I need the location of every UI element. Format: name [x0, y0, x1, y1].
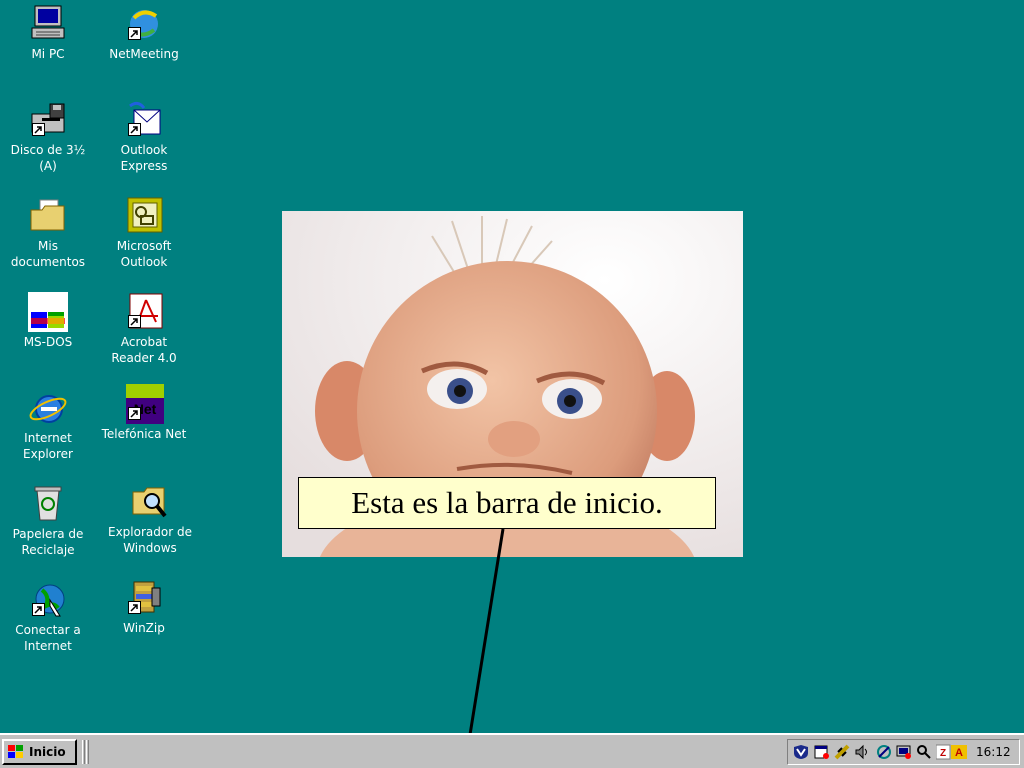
network-plug-icon[interactable]: [834, 744, 850, 760]
svg-text:Z: Z: [940, 748, 946, 759]
start-button[interactable]: Inicio: [2, 739, 77, 765]
taskbar: Inicio Z A 16:12: [0, 733, 1024, 768]
callout-text: Esta es la barra de inicio.: [298, 477, 716, 529]
antivirus-shield-icon[interactable]: [793, 744, 809, 760]
clock[interactable]: 16:12: [976, 745, 1011, 759]
volume-icon[interactable]: [854, 744, 870, 760]
start-button-label: Inicio: [29, 745, 66, 759]
svg-text:A: A: [955, 747, 963, 759]
taskbar-grip[interactable]: [86, 740, 89, 764]
calendar-icon[interactable]: [814, 744, 830, 760]
monitor-icon[interactable]: [896, 744, 912, 760]
zonealarm-icon[interactable]: Z A: [936, 744, 968, 760]
callout-pointer-line: [467, 528, 505, 742]
windows-logo-icon: [8, 745, 23, 758]
desktop: Mi PC Disco de 3½ (A) Mis documentos MS-…: [0, 0, 1024, 742]
search-icon[interactable]: [916, 744, 932, 760]
system-tray: Z A 16:12: [787, 739, 1020, 765]
taskbar-grip[interactable]: [82, 740, 85, 764]
connection-icon[interactable]: [876, 744, 892, 760]
